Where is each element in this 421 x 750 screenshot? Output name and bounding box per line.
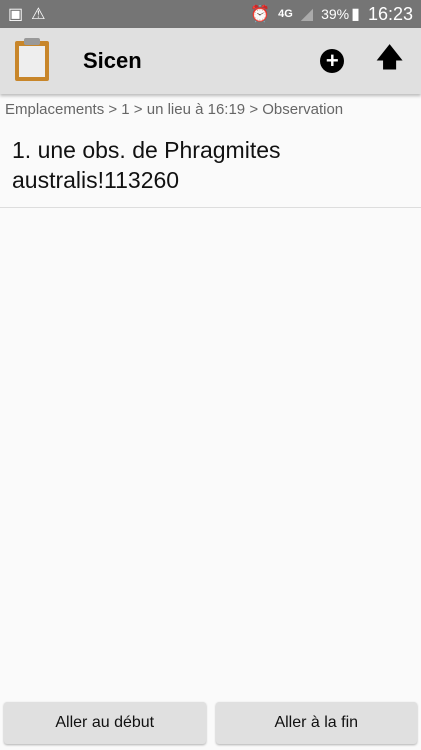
battery-level: 39% xyxy=(321,6,350,22)
arrow-up-icon[interactable]: 🡅 xyxy=(376,39,403,83)
network-type: 4G xyxy=(278,8,293,20)
breadcrumb: Emplacements > 1 > un lieu à 16:19 > Obs… xyxy=(5,101,344,118)
signal-icon: ◢ xyxy=(300,6,314,23)
add-circle-icon[interactable]: + xyxy=(320,49,345,73)
clipboard-icon xyxy=(15,38,49,81)
battery-icon: ▮ xyxy=(351,6,360,23)
warning-icon: ⚠ xyxy=(31,6,46,23)
image-icon: ▣ xyxy=(8,6,24,23)
go-to-start-button[interactable]: Aller au début xyxy=(4,702,206,744)
clock: 16:23 xyxy=(367,3,413,24)
status-bar: ▣ ⚠ ⏰ 4G ◢ 39% ▮ 16:23 xyxy=(0,0,421,28)
toolbar: Sicen + 🡅 xyxy=(0,28,421,94)
list-item[interactable]: 1. une obs. de Phragmites australis!1132… xyxy=(0,125,421,208)
alarm-icon: ⏰ xyxy=(250,6,271,23)
app-title: Sicen xyxy=(83,48,142,73)
go-to-end-button[interactable]: Aller à la fin xyxy=(215,702,417,744)
